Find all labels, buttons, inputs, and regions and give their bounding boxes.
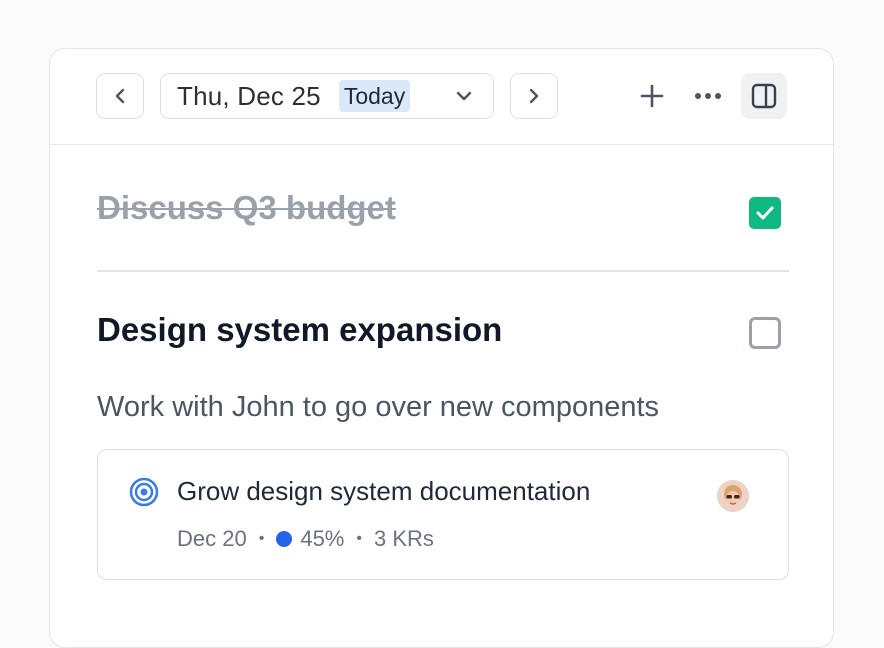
goal-date: Dec 20 (177, 526, 247, 551)
task-checkbox[interactable] (749, 317, 781, 349)
plus-icon (640, 84, 664, 108)
more-options-button[interactable] (685, 73, 731, 119)
checkmark-icon (756, 206, 774, 220)
avatar[interactable] (717, 480, 749, 512)
separator: • (356, 530, 362, 547)
goal-title: Grow design system documentation (177, 476, 591, 506)
task-title[interactable]: Design system expansion (97, 311, 502, 349)
date-label: Thu, Dec 25 (177, 80, 321, 111)
add-task-button[interactable] (629, 73, 675, 119)
date-selector[interactable]: Thu, Dec 25 Today (160, 73, 494, 119)
today-badge: Today (338, 80, 411, 112)
sidebar-toggle-icon (751, 83, 777, 109)
chevron-right-icon (529, 88, 539, 104)
goal-progress: 45% (300, 526, 345, 551)
linked-goal-card[interactable]: Grow design system documentation Dec 20 … (97, 449, 789, 580)
goal-meta: Dec 20 • 45% • 3 KRs (177, 526, 434, 552)
task-description: Work with John to go over new components (97, 391, 660, 423)
task-title-completed[interactable]: Discuss Q3 budget (97, 189, 396, 227)
separator: • (258, 530, 265, 547)
task-checkbox-checked[interactable] (749, 197, 781, 229)
more-horizontal-icon (695, 93, 721, 99)
toolbar: Thu, Dec 25 Today (50, 49, 833, 145)
toggle-sidebar-button[interactable] (741, 73, 787, 119)
progress-dot (276, 531, 293, 547)
chevron-down-icon (456, 91, 472, 101)
task-panel: Thu, Dec 25 Today Discuss Q3 budget Desi… (49, 48, 834, 648)
goal-krs: 3 KRs (373, 526, 434, 551)
target-icon (129, 477, 159, 507)
task-divider (97, 270, 789, 272)
chevron-left-icon (115, 88, 125, 104)
previous-day-button[interactable] (96, 73, 144, 119)
avatar-image (717, 480, 749, 512)
next-day-button[interactable] (510, 73, 558, 119)
